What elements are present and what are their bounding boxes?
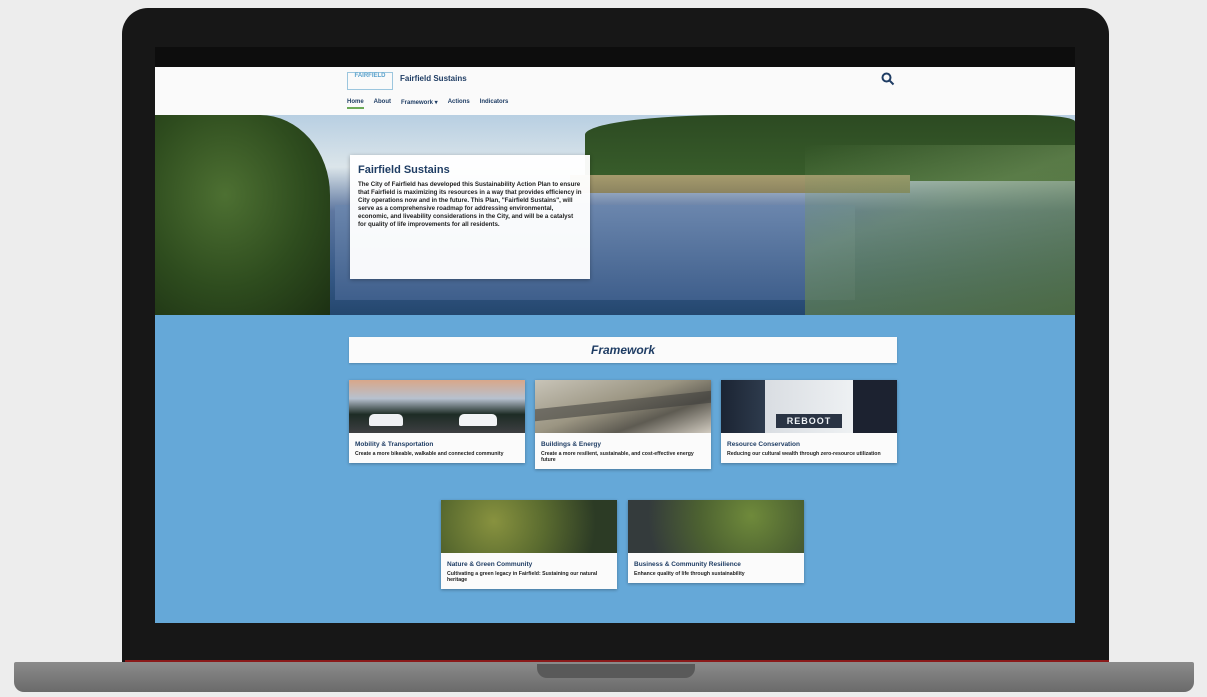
card-nature-green-community[interactable]: Nature & Green Community Cultivating a g…	[441, 500, 617, 589]
roof-image	[535, 390, 711, 422]
hero-description: The City of Fairfield has developed this…	[358, 181, 582, 228]
card-description: Create a more bikeable, walkable and con…	[355, 451, 504, 457]
card-title: Nature & Green Community	[447, 561, 533, 568]
nav-indicators[interactable]: Indicators	[480, 99, 509, 109]
nav-about[interactable]: About	[374, 99, 391, 109]
nav-actions[interactable]: Actions	[448, 99, 470, 109]
card-mobility-transportation[interactable]: Mobility & Transportation Create a more …	[349, 380, 525, 463]
card-image-mobility	[349, 380, 525, 433]
card-title: Resource Conservation	[727, 441, 800, 448]
hero-grass-right	[805, 145, 1075, 315]
framework-heading: Framework	[349, 337, 897, 363]
search-button[interactable]	[880, 71, 896, 87]
card-buildings-energy[interactable]: Buildings & Energy Create a more resilie…	[535, 380, 711, 469]
card-image-business	[628, 500, 804, 553]
site-logo[interactable]: FAIRFIELD	[347, 72, 393, 90]
card-resource-conservation[interactable]: REBOOT Resource Conservation Reducing ou…	[721, 380, 897, 463]
car-image	[369, 414, 403, 426]
card-image-nature	[441, 500, 617, 553]
card-title: Mobility & Transportation	[355, 441, 434, 448]
card-description: Enhance quality of life through sustaina…	[634, 571, 745, 577]
card-description: Reducing our cultural wealth through zer…	[727, 451, 881, 457]
reboot-sign: REBOOT	[776, 414, 842, 428]
card-description: Create a more resilient, sustainable, an…	[541, 451, 694, 463]
hero-section: Fairfield Sustains The City of Fairfield…	[155, 115, 1075, 315]
card-image-resource: REBOOT	[721, 380, 897, 433]
site-header: FAIRFIELD Fairfield Sustains Home About …	[155, 67, 1075, 116]
screen-bezel-top	[155, 47, 1075, 67]
hero-intro-card: Fairfield Sustains The City of Fairfield…	[350, 155, 590, 279]
card-description: Cultivating a green legacy in Fairfield:…	[447, 571, 598, 583]
card-title: Business & Community Resilience	[634, 561, 741, 568]
car-image	[459, 414, 497, 426]
laptop-notch	[537, 664, 695, 678]
main-nav: Home About Framework ▾ Actions Indicator…	[347, 99, 508, 109]
card-title: Buildings & Energy	[541, 441, 601, 448]
site-title[interactable]: Fairfield Sustains	[400, 74, 467, 83]
hero-tree-left	[155, 115, 330, 315]
browser-viewport: FAIRFIELD Fairfield Sustains Home About …	[155, 47, 1075, 623]
nav-framework[interactable]: Framework ▾	[401, 99, 438, 109]
hero-title: Fairfield Sustains	[358, 164, 450, 176]
search-icon	[881, 72, 895, 86]
card-image-buildings	[535, 380, 711, 433]
card-business-community-resilience[interactable]: Business & Community Resilience Enhance …	[628, 500, 804, 583]
nav-home[interactable]: Home	[347, 99, 364, 109]
